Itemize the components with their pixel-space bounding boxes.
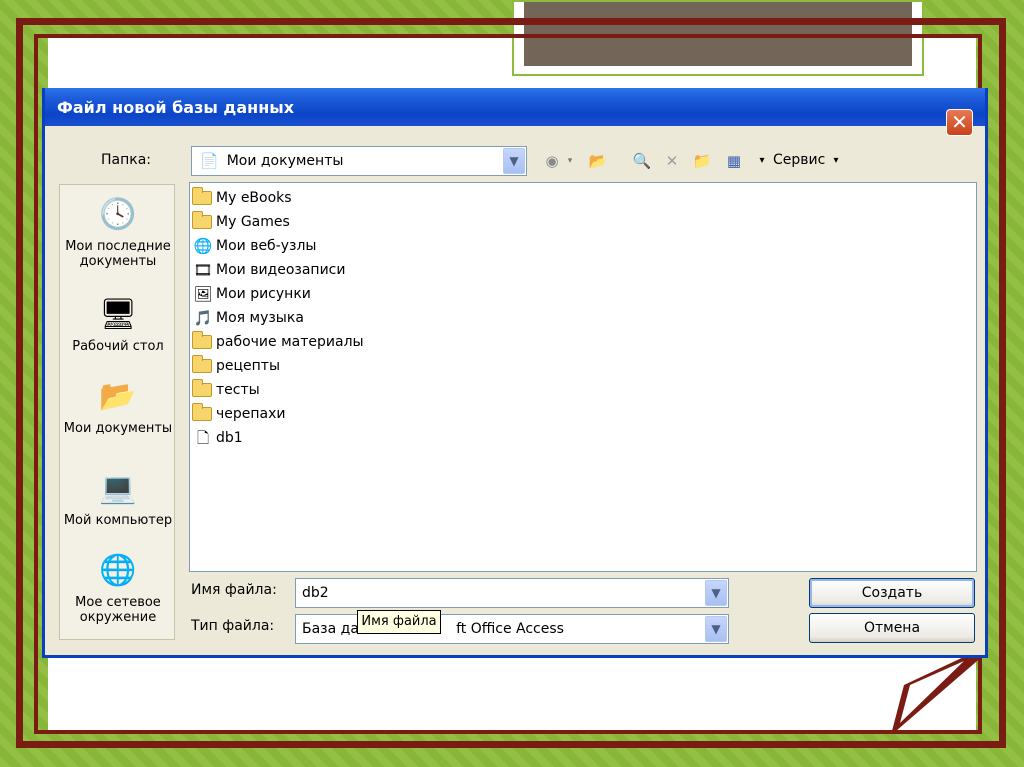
- file-name: Мои веб-узлы: [216, 238, 317, 254]
- tooltip: Имя файла: [357, 610, 441, 634]
- file-name: Мои рисунки: [216, 286, 311, 302]
- filename-value: db2: [302, 585, 329, 601]
- page-curl-decoration: [892, 655, 984, 731]
- list-item[interactable]: рецепты: [192, 355, 280, 377]
- chevron-down-icon[interactable]: ▼: [503, 148, 525, 174]
- place-desktop[interactable]: 🖥 Рабочий стол: [60, 295, 176, 354]
- filetype-value-end: ft Office Access: [456, 621, 564, 637]
- new-folder-icon[interactable]: 📁: [691, 150, 713, 172]
- list-item[interactable]: 🌐 Мои веб-узлы: [192, 235, 317, 257]
- file-name: рабочие материалы: [216, 334, 364, 350]
- chevron-down-icon[interactable]: ▼: [705, 616, 727, 642]
- back-dropdown-icon[interactable]: ▾: [559, 150, 581, 172]
- folder-icon: [192, 211, 212, 229]
- list-item[interactable]: My Games: [192, 211, 290, 233]
- dialog-titlebar[interactable]: Файл новой базы данных: [45, 88, 985, 126]
- filetype-label: Тип файла:: [191, 618, 275, 634]
- my-documents-small-icon: 📄: [200, 152, 219, 170]
- my-computer-icon: 💻: [99, 471, 137, 506]
- filename-input[interactable]: db2 ▼: [295, 578, 729, 608]
- new-database-dialog: Файл новой базы данных ✕ Папка: 📄 Мои до…: [42, 88, 988, 658]
- web-folder-icon: 🌐: [193, 237, 213, 255]
- my-documents-icon: 📂: [99, 379, 137, 414]
- place-label: Мой компьютер: [63, 513, 173, 528]
- list-item[interactable]: 🎞 Мои видеозаписи: [192, 259, 345, 281]
- place-network[interactable]: 🌐 Мое сетевое окружение: [60, 551, 176, 625]
- views-dropdown-icon[interactable]: ▾: [751, 150, 773, 172]
- tools-dropdown-icon[interactable]: ▾: [825, 150, 847, 172]
- place-label: Рабочий стол: [72, 339, 164, 354]
- file-list[interactable]: My eBooks My Games 🌐 Мои веб-узлы 🎞 Мои ви…: [189, 182, 977, 572]
- file-name: My eBooks: [216, 190, 292, 206]
- tools-menu[interactable]: Сервис: [773, 152, 825, 168]
- list-item[interactable]: 🖼 Мои рисунки: [192, 283, 311, 305]
- close-button[interactable]: ✕: [946, 109, 973, 136]
- cancel-button[interactable]: Отмена: [809, 613, 975, 643]
- close-icon: ✕: [951, 110, 968, 134]
- list-item[interactable]: 🎵 Моя музыка: [192, 307, 304, 329]
- filename-label: Имя файла:: [191, 582, 277, 598]
- folder-icon: [192, 355, 212, 373]
- place-label: Мое сетевое окружение: [75, 595, 161, 625]
- place-label: Мои документы: [63, 421, 173, 436]
- file-name: рецепты: [216, 358, 281, 374]
- chevron-down-icon[interactable]: ▼: [705, 580, 727, 606]
- lookin-combo[interactable]: 📄 Мои документы ▼: [191, 146, 527, 176]
- create-button[interactable]: Создать: [809, 578, 975, 608]
- recent-documents-icon: 🕓: [99, 197, 137, 232]
- dialog-title: Файл новой базы данных: [57, 97, 295, 117]
- network-places-icon: 🌐: [99, 553, 137, 588]
- lookin-value: Мои документы: [226, 153, 344, 169]
- list-item[interactable]: тесты: [192, 379, 260, 401]
- file-name: Мои видеозаписи: [216, 262, 346, 278]
- music-folder-icon: 🎵: [193, 309, 213, 327]
- file-name: Моя музыка: [216, 310, 304, 326]
- file-name: My Games: [216, 214, 290, 230]
- delete-icon[interactable]: ✕: [661, 150, 683, 172]
- access-file-icon: 🗋: [196, 429, 210, 447]
- place-label: Мои последние документы: [65, 239, 171, 269]
- place-my-computer[interactable]: 💻 Мой компьютер: [60, 469, 176, 528]
- places-bar: 🕓 Мои последние документы 🖥 Рабочий стол…: [59, 184, 175, 640]
- lookin-label: Папка:: [101, 152, 152, 168]
- views-icon[interactable]: ▦: [723, 150, 745, 172]
- video-folder-icon: 🎞: [193, 261, 213, 279]
- folder-icon: [192, 331, 212, 349]
- file-name: тесты: [216, 382, 260, 398]
- folder-icon: [192, 403, 212, 421]
- folder-icon: [192, 187, 212, 205]
- list-item[interactable]: черепахи: [192, 403, 286, 425]
- file-name: db1: [216, 430, 243, 446]
- lookin-row: Папка: 📄 Мои документы ▼ ◉ ▾ 📂 🔍 ✕ 📁 ▦ ▾…: [45, 146, 985, 176]
- file-name: черепахи: [216, 406, 286, 422]
- folder-icon: [192, 379, 212, 397]
- list-item[interactable]: 🗋 db1: [192, 427, 243, 449]
- up-folder-icon[interactable]: 📂: [587, 150, 609, 172]
- list-item[interactable]: рабочие материалы: [192, 331, 364, 353]
- place-recent[interactable]: 🕓 Мои последние документы: [60, 195, 176, 269]
- desktop-icon: 🖥: [98, 297, 138, 332]
- pictures-folder-icon: 🖼: [193, 285, 213, 303]
- search-web-icon[interactable]: 🔍: [631, 150, 653, 172]
- list-item[interactable]: My eBooks: [192, 187, 292, 209]
- place-my-documents[interactable]: 📂 Мои документы: [60, 377, 176, 436]
